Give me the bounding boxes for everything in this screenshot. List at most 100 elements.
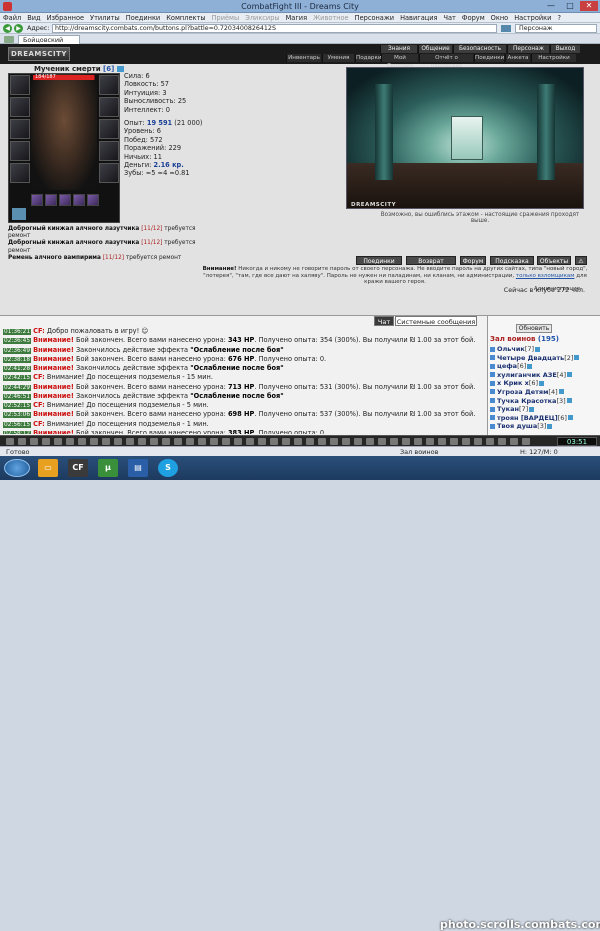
start-button[interactable] [4,459,30,477]
go-icon[interactable] [501,25,511,32]
info-icon[interactable] [566,398,572,404]
game-button-4[interactable]: Объекты [537,256,571,265]
menu-item-0[interactable]: Файл [0,13,24,23]
toolbar-icon[interactable] [258,438,266,445]
menu-item-9[interactable]: Животное [310,13,352,23]
toolbar-icon[interactable] [342,438,350,445]
chat-time[interactable]: 02:38:18 [3,356,32,363]
toolbar-icon[interactable] [246,438,254,445]
toolbar-icon[interactable] [330,438,338,445]
toolbar-icon[interactable] [174,438,182,445]
chat-time[interactable]: 02:58:12 [3,430,32,434]
header-sublink-2[interactable]: Подарки [355,54,382,62]
player-item[interactable]: х Крик х[6] [490,379,598,388]
chat-time[interactable]: 02:42:15 [3,375,32,382]
tab-chat[interactable]: Чат [374,316,394,326]
toolbar-icon[interactable] [390,438,398,445]
chat-time[interactable]: 02:53:06 [3,412,32,419]
toolbar-icon[interactable] [6,438,14,445]
item-name[interactable]: Доброгный кинжал алчного лазутчика [8,240,139,246]
tab-system-messages[interactable]: Системные сообщения [395,316,477,326]
game-button-5[interactable]: ⚠ [575,256,587,265]
header-sublink-4[interactable]: Отчёт о переводах [419,54,473,69]
header-link-1[interactable]: Общение [418,45,452,53]
folder-icon[interactable]: ▤ [128,459,148,477]
toolbar-icon[interactable] [306,438,314,445]
address-input[interactable]: http://dreamscity.combats.com/buttons.pl… [52,24,497,33]
menu-item-5[interactable]: Комплекты [163,13,208,23]
close-button[interactable]: ✕ [580,1,598,11]
warning-link[interactable]: только взломщикам [516,273,575,279]
toolbar-icon[interactable] [378,438,386,445]
player-name[interactable]: Тукан [497,405,519,413]
info-icon[interactable] [535,346,541,352]
menu-item-13[interactable]: Форум [459,13,488,23]
forward-icon[interactable]: ▶ [14,24,23,33]
info-icon[interactable] [529,406,535,412]
toolbar-icon[interactable] [366,438,374,445]
player-name[interactable]: Четыре Двадцать [497,354,564,362]
rune-slot-2[interactable] [45,194,57,206]
boots-slot[interactable] [99,163,119,183]
toolbar-icon[interactable] [294,438,302,445]
shield-slot[interactable] [99,141,119,161]
info-icon[interactable] [527,363,533,369]
skype-icon[interactable]: S [158,459,178,477]
player-item[interactable]: троян [ВАРДЕЦ][6] [490,414,598,423]
item-name[interactable]: Ремень алчного вампирима [8,255,101,261]
minimize-button[interactable]: — [542,1,560,11]
player-name[interactable]: Угроза Детям [497,388,548,396]
toolbar-icon[interactable] [462,438,470,445]
player-name[interactable]: Ольчик [497,345,525,353]
menu-item-6[interactable]: Приёмы [209,13,243,23]
toolbar-icon[interactable] [282,438,290,445]
header-sublink-3[interactable]: Мой Сюрприз [381,54,418,69]
game-button-3[interactable]: Подсказка [490,256,534,265]
toolbar-icon[interactable] [210,438,218,445]
item-name[interactable]: Доброгный кинжал алчного лазутчика [8,226,139,232]
header-link-0[interactable]: Знания [380,45,417,53]
toolbar-icon[interactable] [414,438,422,445]
back-icon[interactable]: ◀ [3,24,12,33]
player-name[interactable]: цефа [497,362,517,370]
weapon-right-slot[interactable] [99,119,119,139]
toolbar-icon[interactable] [162,438,170,445]
chat-time[interactable]: 02:52:15 [3,403,32,409]
header-link-3[interactable]: Персонаж [507,45,549,53]
menu-item-3[interactable]: Утилиты [87,13,123,23]
header-sublink-5[interactable]: Поединки [474,54,504,62]
toolbar-icon[interactable] [234,438,242,445]
toolbar-icon[interactable] [30,438,38,445]
toolbar-icon[interactable] [150,438,158,445]
player-item[interactable]: Четыре Двадцать[2] [490,354,598,363]
player-item[interactable]: Твоя душа[3] [490,422,598,431]
weapon-left-slot[interactable] [10,119,30,139]
player-name[interactable]: хулиганчик АЗЕ [497,371,557,379]
toolbar-icon[interactable] [90,438,98,445]
location-scene[interactable]: DREAMSCITY [346,67,584,209]
toolbar-icon[interactable] [102,438,110,445]
menu-item-12[interactable]: Чат [440,13,458,23]
amulet-slot[interactable] [10,97,30,117]
header-sublink-1[interactable]: Умения [322,54,354,62]
info-icon[interactable] [547,423,553,429]
info-icon[interactable] [116,66,124,72]
menu-item-16[interactable]: ? [554,13,564,23]
toolbar-icon[interactable] [318,438,326,445]
chat-time[interactable]: 01:36:21 [3,329,32,335]
refresh-button[interactable]: Обновить [516,324,552,333]
toolbar-icon[interactable] [354,438,362,445]
toolbar-icon[interactable] [78,438,86,445]
chat-time[interactable]: 02:56:15 [3,421,32,428]
toolbar-icon[interactable] [438,438,446,445]
combatfight-icon[interactable]: CF [68,459,88,477]
chat-time[interactable]: 02:36:45 [3,338,32,345]
info-icon[interactable] [539,380,545,386]
toolbar-icon[interactable] [42,438,50,445]
info-icon[interactable] [567,372,573,378]
menu-item-7[interactable]: Эликсиры [242,13,282,23]
bag-icon[interactable] [12,208,26,220]
tab-fight-club[interactable]: Бойцовский клуб [18,35,80,52]
belt-slot[interactable] [10,163,30,183]
explorer-icon[interactable]: ▭ [38,459,58,477]
